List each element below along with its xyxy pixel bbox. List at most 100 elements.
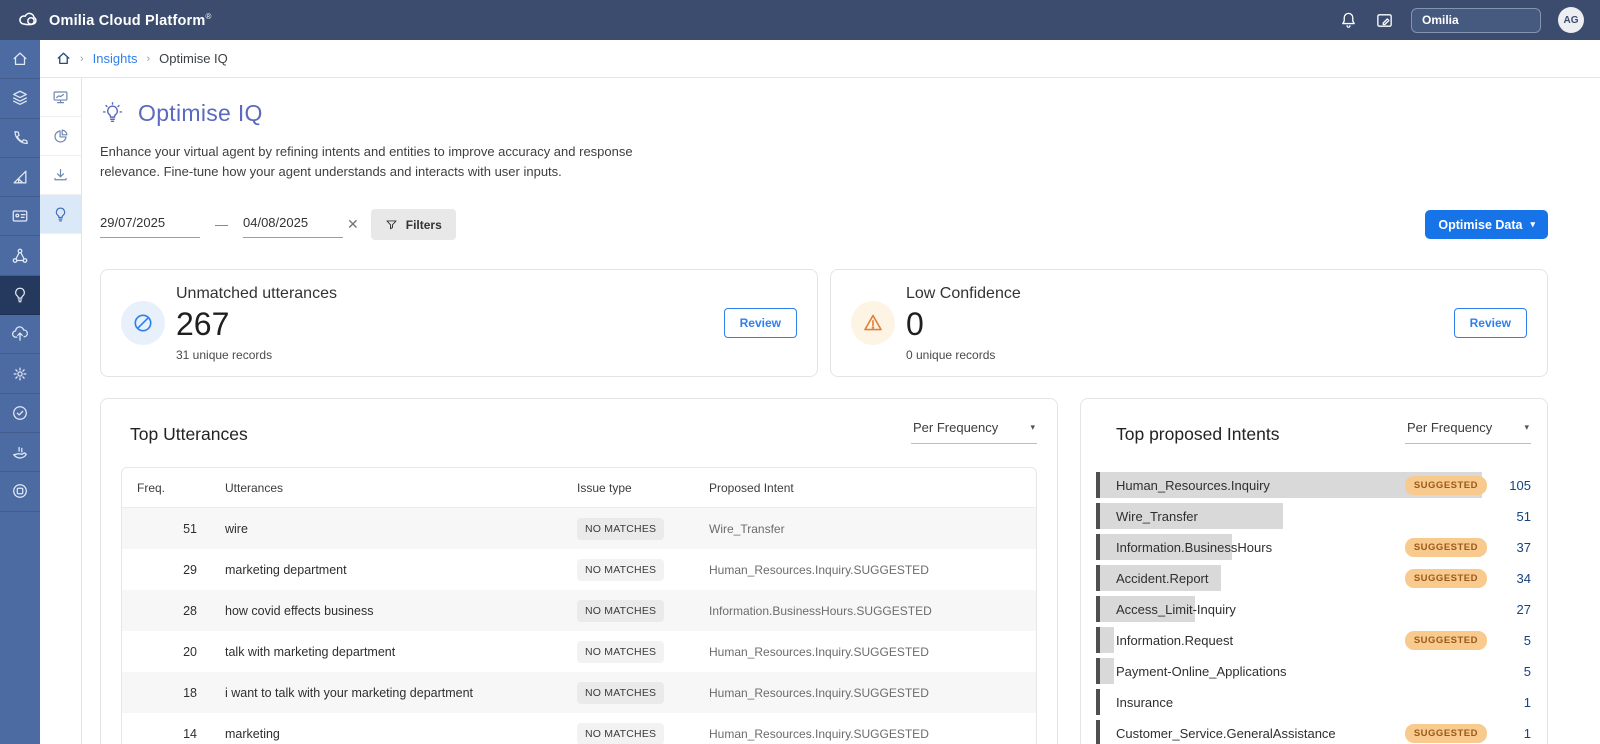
- review-unmatched-button[interactable]: Review: [724, 308, 797, 338]
- subnav-item-pie-chart[interactable]: [40, 117, 81, 156]
- intent-name: Insurance: [1116, 695, 1499, 710]
- bulb-icon: [11, 286, 29, 304]
- bottom-row: Top Utterances Per Frequency ▾ Freq. Utt…: [100, 398, 1548, 744]
- bell-icon[interactable]: [1339, 11, 1358, 30]
- slash-circle-icon: [121, 301, 165, 345]
- low-confidence-card: Low Confidence 0 0 unique records Review: [830, 269, 1548, 377]
- intent-row[interactable]: Wire_Transfer51: [1096, 503, 1531, 529]
- sidebar-item-integrations[interactable]: [0, 433, 40, 472]
- intent-count: 5: [1499, 633, 1531, 648]
- intent-name: Customer_Service.GeneralAssistance: [1116, 726, 1405, 741]
- intent-row[interactable]: Information.BusinessHoursSUGGESTED37: [1096, 534, 1531, 560]
- issue-type-chip: NO MATCHES: [577, 518, 664, 540]
- avatar[interactable]: AG: [1558, 7, 1584, 33]
- col-proposed-intent: Proposed Intent: [709, 481, 1036, 495]
- subnav-item-download[interactable]: [40, 156, 81, 195]
- chevron-down-icon: ▾: [1524, 423, 1529, 432]
- sidebar-item-gear[interactable]: [0, 354, 40, 393]
- sidebar-item-metrics[interactable]: [0, 158, 40, 197]
- top-proposed-intents-panel: Top proposed Intents Per Frequency ▾ Hum…: [1080, 398, 1548, 744]
- clear-dates-button[interactable]: ✕: [347, 216, 359, 233]
- intent-count: 1: [1499, 695, 1531, 710]
- table-row[interactable]: 20talk with marketing departmentNO MATCH…: [122, 631, 1036, 672]
- sidebar-item-cloud-upload[interactable]: [0, 315, 40, 354]
- sidebar-item-id-card[interactable]: [0, 197, 40, 236]
- intent-row[interactable]: Insurance1: [1096, 689, 1531, 715]
- table-header-row: Freq. Utterances Issue type Proposed Int…: [122, 468, 1036, 508]
- intent-row[interactable]: Payment-Online_Applications5: [1096, 658, 1531, 684]
- table-row[interactable]: 28how covid effects businessNO MATCHESIn…: [122, 590, 1036, 631]
- intent-name: Accident.Report: [1116, 571, 1405, 586]
- cell-freq: 28: [137, 604, 197, 618]
- sidebar-item-bulb[interactable]: [0, 276, 40, 315]
- issue-type-chip: NO MATCHES: [577, 682, 664, 704]
- table-row[interactable]: 51wireNO MATCHESWire_Transfer: [122, 508, 1036, 549]
- suggested-badge: SUGGESTED: [1405, 631, 1487, 650]
- cell-freq: 29: [137, 563, 197, 577]
- sidebar-item-phone[interactable]: [0, 119, 40, 158]
- filters-button[interactable]: Filters: [371, 209, 456, 240]
- intent-row[interactable]: Human_Resources.InquirySUGGESTED105: [1096, 472, 1531, 498]
- download-icon: [52, 167, 69, 184]
- sidebar-item-target[interactable]: [0, 472, 40, 511]
- cell-issue-type: NO MATCHES: [577, 518, 709, 540]
- cloud-upload-icon: [11, 325, 29, 343]
- lightbulb-rays-icon: [100, 101, 125, 126]
- gear-icon: [11, 365, 29, 383]
- home-icon[interactable]: [56, 51, 71, 66]
- table-row[interactable]: 18i want to talk with your marketing dep…: [122, 672, 1036, 713]
- date-to-input[interactable]: [243, 211, 343, 238]
- topbar-actions: AG: [1339, 7, 1584, 33]
- cell-freq: 20: [137, 645, 197, 659]
- intent-row[interactable]: Access_Limit-Inquiry27: [1096, 596, 1531, 622]
- suggested-badge: SUGGESTED: [1405, 569, 1487, 588]
- page-title: Optimise IQ: [138, 100, 263, 127]
- pie-chart-icon: [52, 128, 69, 145]
- sidebar-item-home[interactable]: [0, 40, 40, 79]
- suggested-badge: SUGGESTED: [1405, 724, 1487, 743]
- intent-row[interactable]: Customer_Service.GeneralAssistanceSUGGES…: [1096, 720, 1531, 744]
- chevron-down-icon: ▾: [1030, 423, 1035, 432]
- intent-bar-edge: [1096, 720, 1100, 744]
- col-utterances: Utterances: [225, 481, 577, 495]
- layers-icon: [11, 89, 29, 107]
- intent-name: Wire_Transfer: [1116, 509, 1499, 524]
- target-icon: [11, 482, 29, 500]
- sidebar-item-layers[interactable]: [0, 79, 40, 118]
- intents-sort-select[interactable]: Per Frequency ▾: [1405, 416, 1531, 444]
- cell-issue-type: NO MATCHES: [577, 641, 709, 663]
- intent-name: Access_Limit-Inquiry: [1116, 602, 1499, 617]
- suggested-badge: SUGGESTED: [1405, 476, 1487, 495]
- feedback-icon[interactable]: [1375, 11, 1394, 30]
- cell-proposed-intent: Human_Resources.Inquiry.SUGGESTED: [709, 645, 1036, 659]
- col-freq: Freq.: [137, 481, 225, 495]
- stat-title: Unmatched utterances: [176, 285, 337, 303]
- table-row[interactable]: 14marketingNO MATCHESHuman_Resources.Inq…: [122, 713, 1036, 744]
- controls-row: — ✕ Filters Optimise Data ▾: [100, 209, 1548, 240]
- stat-value: 0: [906, 306, 1021, 343]
- intent-row[interactable]: Accident.ReportSUGGESTED34: [1096, 565, 1531, 591]
- intent-row[interactable]: Information.RequestSUGGESTED5: [1096, 627, 1531, 653]
- breadcrumb-insights[interactable]: Insights: [93, 51, 138, 66]
- sidebar-item-orchestrate[interactable]: [0, 236, 40, 275]
- stat-subtitle: 0 unique records: [906, 348, 1021, 362]
- stat-subtitle: 31 unique records: [176, 348, 337, 362]
- org-search-input[interactable]: [1411, 8, 1541, 33]
- cell-issue-type: NO MATCHES: [577, 682, 709, 704]
- optimise-data-label: Optimise Data: [1438, 218, 1522, 232]
- intent-bar-edge: [1096, 596, 1100, 622]
- topbar: Omilia Cloud Platform® AG: [0, 0, 1600, 40]
- utterances-sort-select[interactable]: Per Frequency ▾: [911, 416, 1037, 444]
- table-row[interactable]: 29marketing departmentNO MATCHESHuman_Re…: [122, 549, 1036, 590]
- date-from-input[interactable]: [100, 211, 200, 238]
- optimise-data-button[interactable]: Optimise Data ▾: [1425, 210, 1548, 239]
- panel-head: Top Utterances Per Frequency ▾: [121, 416, 1037, 445]
- subnav-item-monitor[interactable]: [40, 78, 81, 117]
- cell-freq: 51: [137, 522, 197, 536]
- page-description: Enhance your virtual agent by refining i…: [100, 142, 655, 182]
- review-low-confidence-button[interactable]: Review: [1454, 308, 1527, 338]
- subnav-item-bulb[interactable]: [40, 195, 81, 234]
- cell-issue-type: NO MATCHES: [577, 600, 709, 622]
- sidebar-item-seal-check[interactable]: [0, 394, 40, 433]
- seal-check-icon: [11, 404, 29, 422]
